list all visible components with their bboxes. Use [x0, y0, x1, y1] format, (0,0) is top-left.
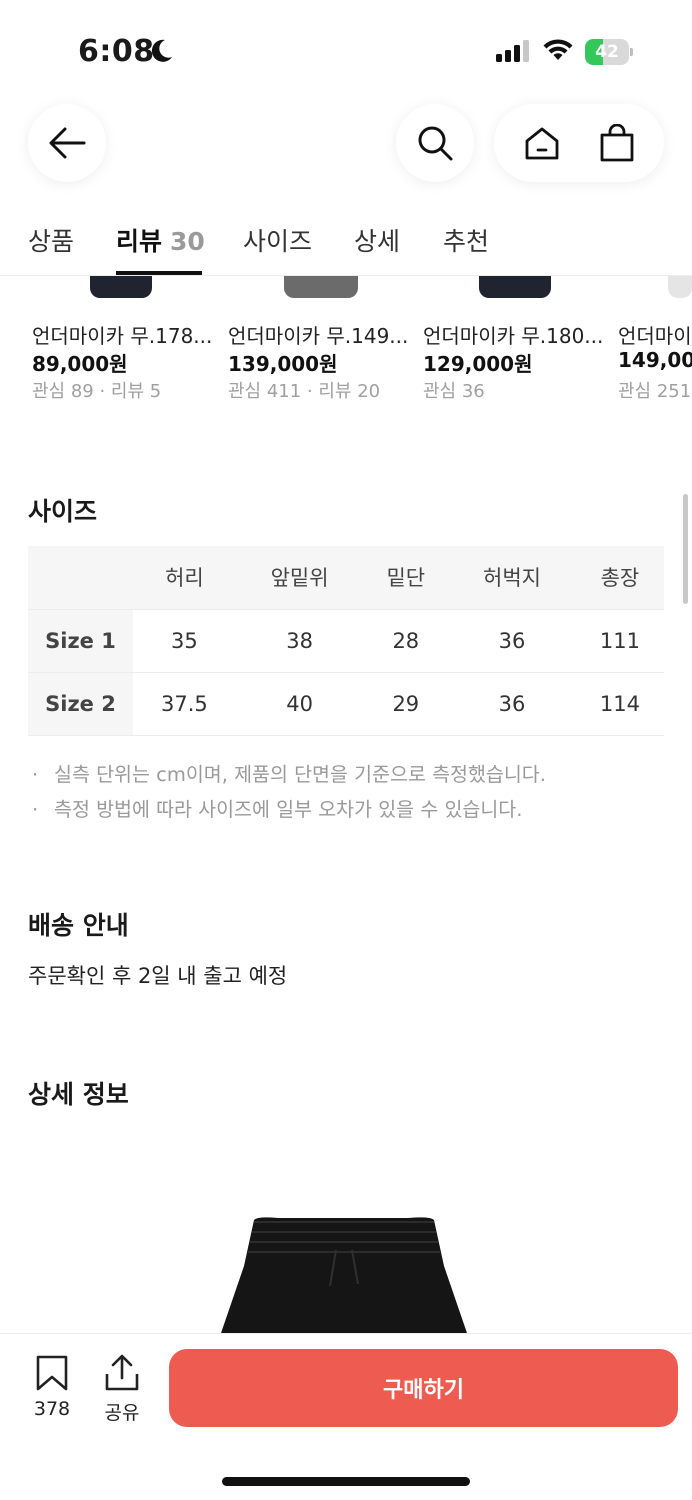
- product-meta: 관심 89 · 리뷰 5: [32, 381, 162, 402]
- shipping-text: 주문확인 후 2일 내 출고 예정: [28, 964, 288, 988]
- table-row: Size 2 37.5 40 29 36 114: [28, 672, 664, 736]
- size-note-text: 측정 방법에 따라 사이즈에 일부 오차가 있을 수 있습니다.: [54, 798, 523, 821]
- size-header-empty: [28, 546, 133, 610]
- size-cell: 35: [133, 609, 236, 673]
- active-tab-indicator: [116, 271, 202, 275]
- bookmark-count: 378: [33, 1398, 71, 1420]
- tab-size[interactable]: 사이즈: [243, 222, 312, 258]
- product-name: 언더마이카: [618, 324, 692, 348]
- size-header-front-rise: 앞밑위: [235, 546, 364, 610]
- product-detail-image: [220, 1217, 468, 1336]
- note-bullet: ·: [32, 763, 39, 786]
- cellular-signal-icon: [496, 40, 529, 62]
- battery-indicator: 42: [585, 39, 633, 65]
- size-cell: 28: [363, 609, 449, 673]
- product-price: 149,000: [618, 348, 692, 372]
- bottom-action-bar: 378 공유 구매하기: [0, 1333, 692, 1500]
- size-cell: 36: [448, 672, 576, 736]
- home-button[interactable]: [512, 113, 572, 173]
- product-thumbnail: [90, 276, 152, 298]
- product-meta: 관심 251: [618, 381, 692, 402]
- product-thumbnail: [284, 276, 358, 298]
- tab-review-count: 30: [170, 227, 205, 256]
- scrollbar[interactable]: [683, 494, 688, 604]
- bookmark-icon: [36, 1355, 68, 1391]
- buy-button[interactable]: 구매하기: [169, 1349, 678, 1427]
- size-cell: 38: [235, 609, 364, 673]
- size-note-text: 실측 단위는 cm이며, 제품의 단면을 기준으로 측정했습니다.: [54, 763, 546, 786]
- tab-review[interactable]: 리뷰 30: [116, 222, 205, 258]
- product-price: 89,000원: [32, 352, 128, 376]
- product-meta: 관심 36: [423, 381, 485, 402]
- wifi-icon: [543, 39, 573, 60]
- product-thumbnail: [479, 276, 551, 298]
- home-icon: [525, 127, 558, 160]
- size-cell: 36: [448, 609, 576, 673]
- product-thumbnail: [668, 276, 692, 298]
- table-row: Size 1 35 38 28 36 111: [28, 609, 664, 673]
- back-button[interactable]: [28, 104, 106, 182]
- search-button[interactable]: [396, 104, 474, 182]
- size-header-waist: 허리: [133, 546, 236, 610]
- home-cart-group: [494, 104, 664, 182]
- tab-review-label: 리뷰: [116, 227, 163, 256]
- product-name: 언더마이카 무.180...: [423, 324, 604, 348]
- bookmark-button[interactable]: 378: [22, 1354, 82, 1420]
- size-cell: 37.5: [133, 672, 236, 736]
- product-meta: 관심 411 · 리뷰 20: [228, 381, 381, 402]
- share-label: 공유: [104, 1402, 140, 1424]
- size-section-title: 사이즈: [28, 497, 98, 526]
- size-note: · 실측 단위는 cm이며, 제품의 단면을 기준으로 측정했습니다.: [32, 758, 546, 787]
- product-price: 129,000원: [423, 352, 533, 376]
- size-header-thigh: 허벅지: [448, 546, 576, 610]
- size-header-hem: 밑단: [363, 546, 449, 610]
- size-table: 허리 앞밑위 밑단 허벅지 총장 Size 1 35 38 28 36 111 …: [28, 546, 664, 736]
- shipping-section-title: 배송 안내: [28, 911, 129, 940]
- size-cell: 40: [235, 672, 364, 736]
- size-row-label: Size 2: [28, 672, 133, 736]
- section-tabs: 상품 리뷰 30 사이즈 상세 추천: [0, 212, 692, 276]
- status-time: 6:08: [78, 34, 155, 69]
- tab-recommend[interactable]: 추천: [443, 222, 489, 258]
- share-icon: [105, 1354, 139, 1391]
- shopping-bag-icon: [600, 124, 633, 162]
- share-button[interactable]: 공유: [92, 1354, 152, 1425]
- note-bullet: ·: [32, 798, 39, 821]
- detail-section-title: 상세 정보: [28, 1080, 129, 1109]
- size-cell: 114: [575, 672, 664, 736]
- status-bar: 6:08 42: [0, 0, 692, 100]
- related-products-carousel[interactable]: 언더마이카 무.178... 89,000원 관심 89 · 리뷰 5 언더마이…: [0, 276, 692, 406]
- tab-detail[interactable]: 상세: [354, 222, 400, 258]
- tab-product[interactable]: 상품: [28, 222, 74, 258]
- arrow-left-icon: [49, 127, 86, 159]
- size-note: · 측정 방법에 따라 사이즈에 일부 오차가 있을 수 있습니다.: [32, 793, 522, 822]
- battery-percentage: 42: [595, 42, 619, 62]
- size-cell: 29: [363, 672, 449, 736]
- size-header-length: 총장: [575, 546, 664, 610]
- product-name: 언더마이카 무.149...: [228, 324, 409, 348]
- moon-icon: [151, 39, 172, 62]
- product-name: 언더마이카 무.178...: [32, 324, 213, 348]
- search-icon: [418, 126, 453, 161]
- size-row-label: Size 1: [28, 609, 133, 673]
- home-indicator: [222, 1477, 470, 1486]
- product-price: 139,000원: [228, 352, 338, 376]
- cart-button[interactable]: [587, 113, 647, 173]
- size-cell: 111: [575, 609, 664, 673]
